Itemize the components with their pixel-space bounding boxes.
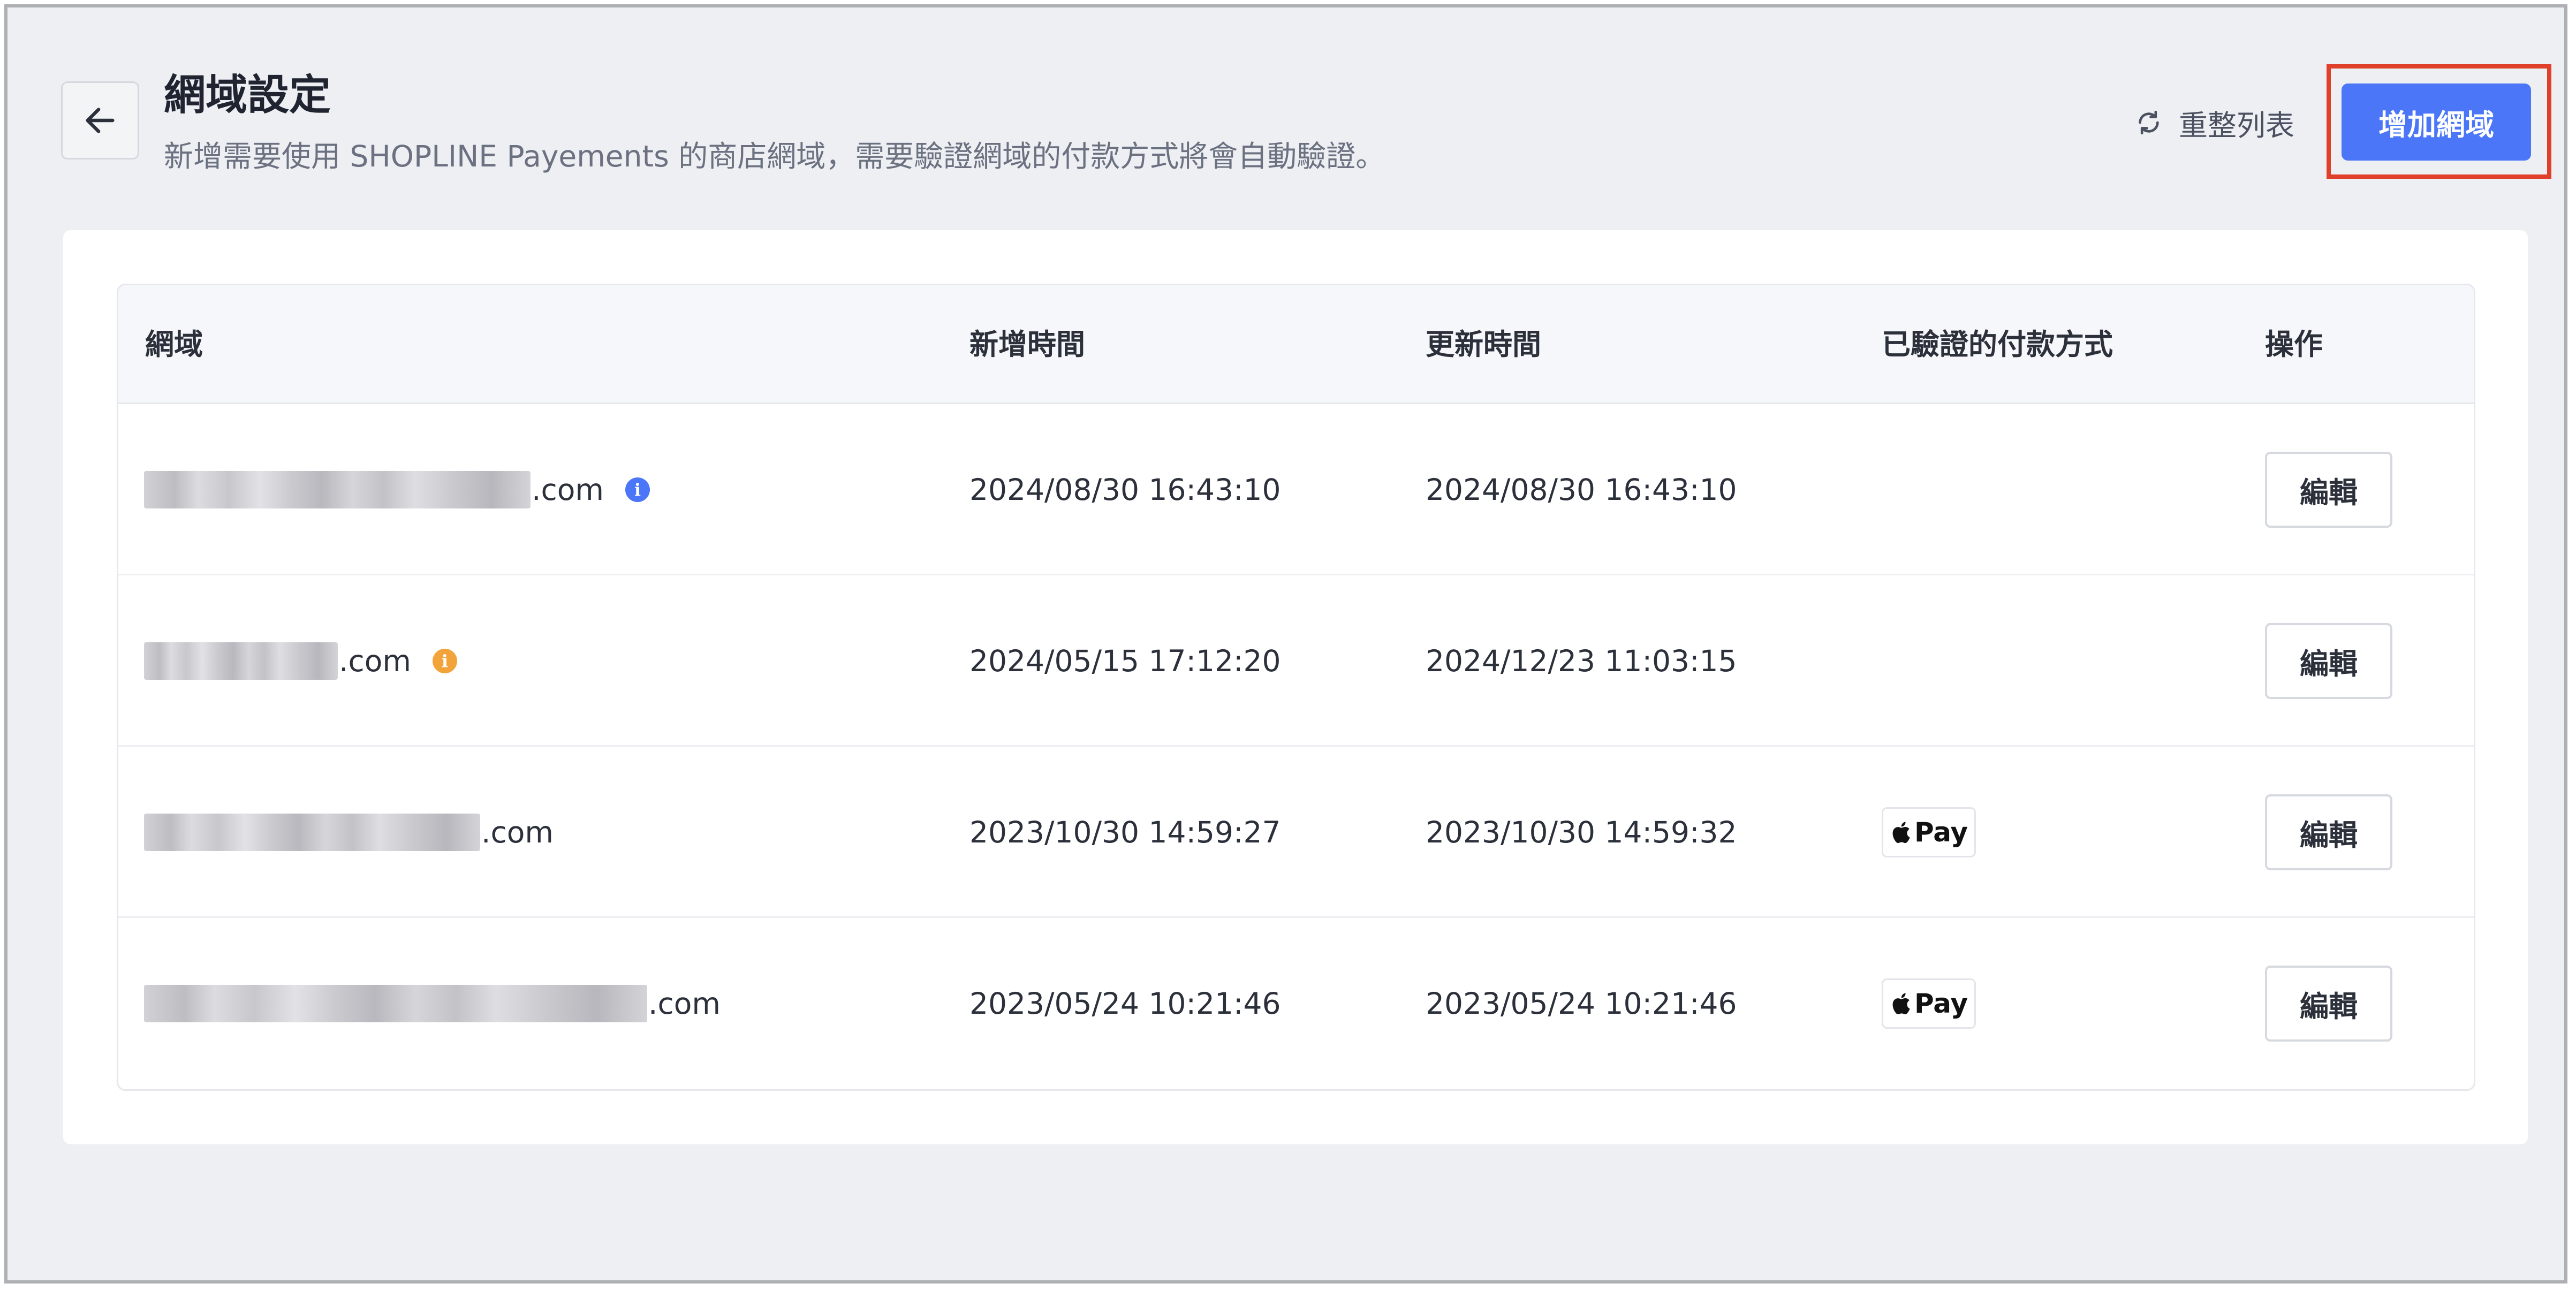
refresh-icon [2139,110,2159,135]
domain-suffix: .com [339,644,411,678]
apple-pay-badge: Pay [1882,807,1976,857]
column-header-action: 操作 [2265,328,2323,361]
domain-table: 網域 新增時間 更新時間 已驗證的付款方式 操作 .com i 2024/08/… [117,284,2475,1091]
action-cell: 編輯 [2265,404,2392,575]
column-header-domain: 網域 [145,328,203,361]
add-domain-button[interactable]: 增加網域 [2342,83,2531,161]
apple-logo-icon [1892,822,1910,844]
action-cell: 編輯 [2265,747,2392,918]
reload-list-label: 重整列表 [2179,108,2294,142]
domain-cell: .com [144,747,554,918]
updated-time: 2023/05/24 10:21:46 [1426,986,1737,1021]
domain-cell: .com i [144,575,457,747]
arrow-left-icon [86,108,115,133]
created-time: 2024/08/30 16:43:10 [969,473,1281,507]
table-header: 網域 新增時間 更新時間 已驗證的付款方式 操作 [118,285,2474,404]
domain-suffix: .com [481,815,554,849]
edit-button[interactable]: 編輯 [2265,623,2392,699]
payment-label: Pay [1914,988,1968,1019]
updated-time: 2024/08/30 16:43:10 [1426,473,1737,507]
column-header-updated: 更新時間 [1426,328,1541,361]
column-header-created: 新增時間 [969,328,1085,361]
page-frame: 網域設定 新增需要使用 SHOPLINE Payements 的商店網域，需要驗… [4,4,2567,1284]
info-icon[interactable]: i [625,477,650,502]
column-header-payment: 已驗證的付款方式 [1882,328,2113,361]
action-cell: 編輯 [2265,918,2392,1089]
domain-card: 網域 新增時間 更新時間 已驗證的付款方式 操作 .com i 2024/08/… [63,230,2528,1144]
page-subtitle: 新增需要使用 SHOPLINE Payements 的商店網域，需要驗證網域的付… [164,139,1385,173]
updated-time: 2023/10/30 14:59:32 [1426,815,1737,849]
back-button[interactable] [61,81,139,160]
action-cell: 編輯 [2265,575,2392,747]
table-row: .com i 2024/05/15 17:12:20 2024/12/23 11… [118,575,2474,747]
redacted-domain [144,471,531,508]
apple-pay-badge: Pay [1882,978,1976,1029]
domain-cell: .com i [144,404,650,575]
domain-suffix: .com [532,473,604,507]
edit-button[interactable]: 編輯 [2265,452,2392,528]
table-row: .com i 2024/08/30 16:43:10 2024/08/30 16… [118,404,2474,575]
payment-label: Pay [1914,817,1968,848]
created-time: 2024/05/15 17:12:20 [969,644,1281,678]
info-icon[interactable]: i [432,649,457,673]
redacted-domain [144,985,647,1022]
created-time: 2023/10/30 14:59:27 [969,815,1281,849]
redacted-domain [144,814,480,851]
reload-list-button[interactable]: 重整列表 [2134,100,2294,146]
page-title: 網域設定 [164,71,331,119]
redacted-domain [144,642,338,680]
domain-cell: .com [144,918,721,1089]
edit-button[interactable]: 編輯 [2265,794,2392,870]
table-row: .com 2023/05/24 10:21:46 2023/05/24 10:2… [118,918,2474,1089]
edit-button[interactable]: 編輯 [2265,966,2392,1042]
updated-time: 2024/12/23 11:03:15 [1426,644,1737,678]
payment-cell: Pay [1882,918,1976,1089]
domain-suffix: .com [648,986,721,1021]
created-time: 2023/05/24 10:21:46 [969,986,1281,1021]
apple-logo-icon [1892,993,1910,1015]
payment-cell: Pay [1882,747,1976,918]
table-row: .com 2023/10/30 14:59:27 2023/10/30 14:5… [118,747,2474,918]
